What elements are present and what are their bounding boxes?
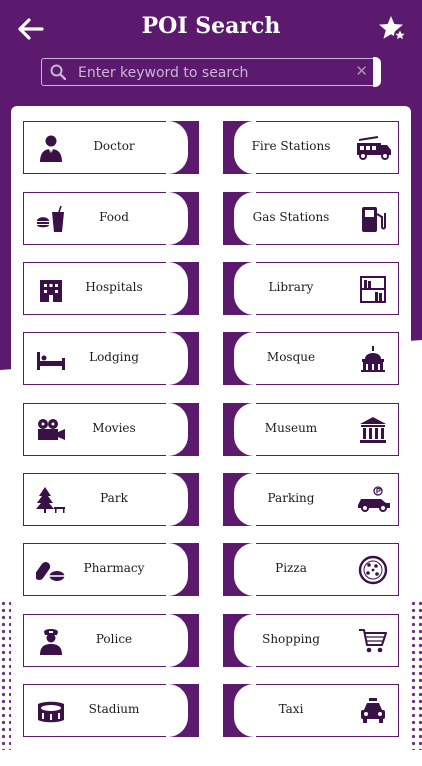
page-title: POI Search: [141, 13, 281, 39]
fire-truck-icon: [356, 133, 392, 163]
clear-icon[interactable]: ✕: [355, 62, 368, 80]
police-officer-icon: [36, 626, 66, 656]
tile-label: Mosque: [266, 350, 316, 364]
poi-tile-mosque[interactable]: Mosque: [223, 332, 399, 385]
poi-tile-library[interactable]: Library: [223, 262, 399, 315]
gas-pump-icon: [358, 204, 388, 234]
poi-tile-shopping[interactable]: Shopping: [223, 614, 399, 667]
search-icon: [50, 64, 66, 80]
tile-label: Park: [100, 491, 128, 505]
tile-label: Taxi: [278, 702, 304, 716]
tile-label: Lodging: [89, 350, 139, 364]
poi-tile-hospitals[interactable]: Hospitals: [23, 262, 199, 315]
poi-tile-pizza[interactable]: Pizza: [223, 543, 399, 596]
favorites-star-icon[interactable]: [378, 14, 408, 44]
search-bar: ✕: [41, 57, 381, 87]
hospital-building-icon: [36, 274, 66, 304]
food-icon: [36, 204, 66, 234]
doctor-icon: [36, 133, 66, 163]
tile-label: Fire Stations: [251, 139, 331, 153]
bed-icon: [36, 344, 66, 374]
poi-tile-lodging[interactable]: Lodging: [23, 332, 199, 385]
museum-icon: [358, 415, 388, 445]
poi-tile-stadium[interactable]: Stadium: [23, 684, 199, 737]
shopping-cart-icon: [358, 626, 388, 656]
tile-label: Police: [95, 632, 133, 646]
tile-label: Pizza: [275, 561, 307, 575]
tile-label: Pharmacy: [83, 561, 145, 575]
poi-tile-police[interactable]: Police: [23, 614, 199, 667]
tile-label: Hospitals: [85, 280, 143, 294]
poi-tile-food[interactable]: Food: [23, 192, 199, 245]
pills-icon: [36, 555, 66, 585]
tree-bench-icon: [36, 485, 66, 515]
search-input[interactable]: [76, 59, 350, 86]
parking-car-icon: [356, 485, 392, 515]
taxi-icon: [358, 696, 388, 726]
tile-label: Shopping: [262, 632, 320, 646]
bookshelf-icon: [358, 274, 388, 304]
poi-tile-fire-stations[interactable]: Fire Stations: [223, 121, 399, 174]
poi-tile-movies[interactable]: Movies: [23, 403, 199, 456]
poi-tile-park[interactable]: Park: [23, 473, 199, 526]
tile-label: Museum: [264, 421, 318, 435]
dome-building-icon: [358, 344, 388, 374]
poi-tile-taxi[interactable]: Taxi: [223, 684, 399, 737]
poi-tile-museum[interactable]: Museum: [223, 403, 399, 456]
tile-label: Food: [99, 210, 129, 224]
tile-label: Movies: [92, 421, 136, 435]
poi-tile-parking[interactable]: Parking: [223, 473, 399, 526]
poi-tile-doctor[interactable]: Doctor: [23, 121, 199, 174]
film-camera-icon: [36, 415, 66, 445]
tile-label: Parking: [267, 491, 315, 505]
poi-tile-gas-stations[interactable]: Gas Stations: [223, 192, 399, 245]
stadium-icon: [36, 696, 66, 726]
tile-label: Library: [268, 280, 314, 294]
tile-label: Stadium: [88, 702, 140, 716]
pizza-icon: [358, 555, 388, 585]
app-header: POI Search: [0, 0, 422, 58]
poi-tile-pharmacy[interactable]: Pharmacy: [23, 543, 199, 596]
tile-label: Doctor: [93, 139, 135, 153]
tile-label: Gas Stations: [252, 210, 330, 224]
